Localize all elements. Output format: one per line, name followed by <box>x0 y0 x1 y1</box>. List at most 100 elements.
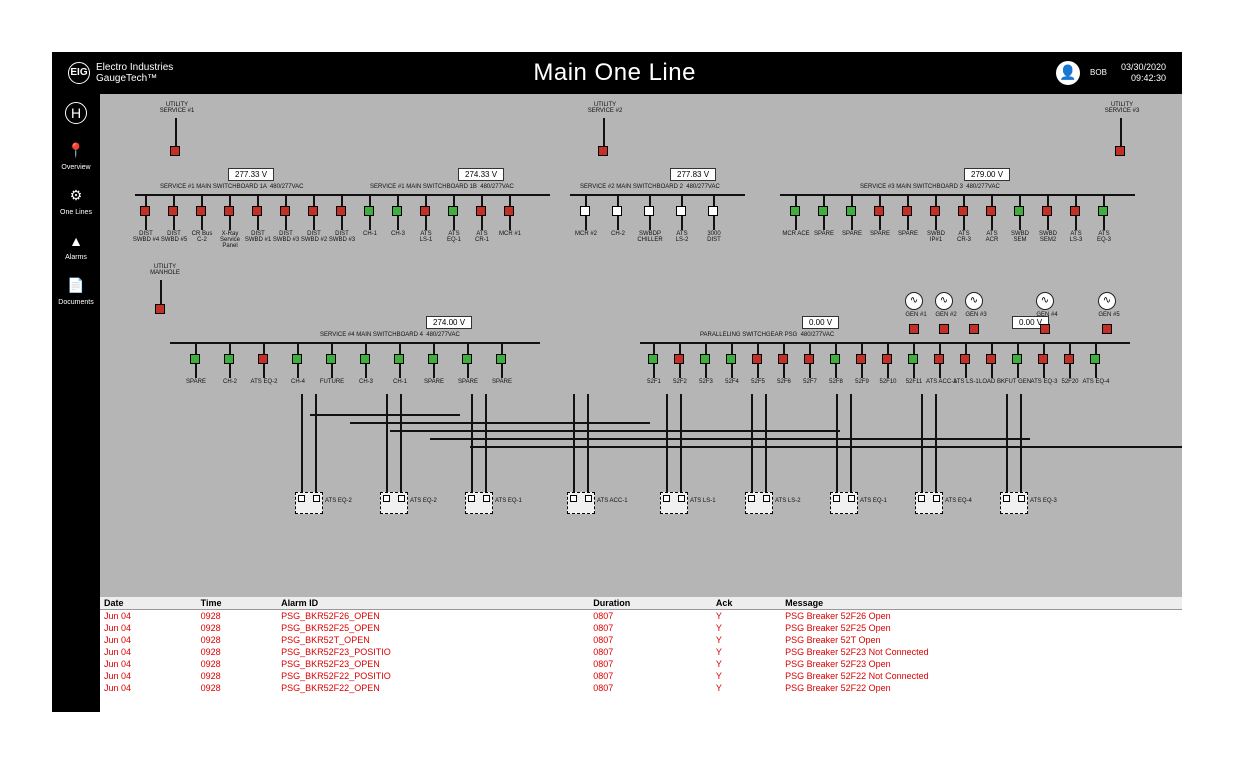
ats-switch[interactable] <box>380 492 408 514</box>
breaker-SWBD-SEM[interactable] <box>1014 206 1024 216</box>
breaker-52F4[interactable] <box>726 354 736 364</box>
ats-switch[interactable] <box>830 492 858 514</box>
alarm-row[interactable]: Jun 040928PSG_BKR52F23_OPEN0807YPSG Brea… <box>100 658 1182 670</box>
breaker-52F8[interactable] <box>830 354 840 364</box>
breaker-52F2[interactable] <box>674 354 684 364</box>
main-breaker[interactable] <box>1115 146 1125 156</box>
breaker-52F1[interactable] <box>648 354 658 364</box>
breaker-SPARE[interactable] <box>902 206 912 216</box>
user-avatar-icon[interactable]: 👤 <box>1056 61 1080 85</box>
ats-switch[interactable] <box>465 492 493 514</box>
breaker-DIST-SWBD-#3[interactable] <box>280 206 290 216</box>
generator-GEN-#2-icon[interactable]: ∿ <box>935 292 953 310</box>
main-breaker[interactable] <box>170 146 180 156</box>
breaker-52F10[interactable] <box>882 354 892 364</box>
breaker-ATS-CR-1[interactable] <box>476 206 486 216</box>
breaker-DIST-SWBD-#3[interactable] <box>336 206 346 216</box>
breaker-SWBD-SEM2[interactable] <box>1042 206 1052 216</box>
breaker-3000-DIST[interactable] <box>708 206 718 216</box>
ats-switch[interactable] <box>1000 492 1028 514</box>
breaker-CH-1[interactable] <box>394 354 404 364</box>
breaker-SPARE[interactable] <box>428 354 438 364</box>
voltage-reading[interactable]: 274.00 V <box>426 316 472 329</box>
breaker-ATS-LS-1[interactable] <box>420 206 430 216</box>
breaker-DIST-SWBD-#1[interactable] <box>252 206 262 216</box>
breaker-MCR-#1[interactable] <box>504 206 514 216</box>
voltage-reading[interactable]: 0.00 V <box>802 316 839 329</box>
breaker-SWBDP-CHILLER[interactable] <box>644 206 654 216</box>
breaker-CH-2[interactable] <box>224 354 234 364</box>
breaker-SWBD-IP#1[interactable] <box>930 206 940 216</box>
manhole-breaker[interactable] <box>155 304 165 314</box>
breaker-CR-Bus-C-2[interactable] <box>196 206 206 216</box>
breaker-52F5[interactable] <box>752 354 762 364</box>
breaker-FUTURE[interactable] <box>326 354 336 364</box>
breaker-CH-3[interactable] <box>360 354 370 364</box>
breaker-LOAD-BK[interactable] <box>986 354 996 364</box>
breaker-52F6[interactable] <box>778 354 788 364</box>
breaker-DIST-SWBD-#4[interactable] <box>140 206 150 216</box>
breaker-DIST-SWBD-#5[interactable] <box>168 206 178 216</box>
generator-GEN-#1-icon[interactable]: ∿ <box>905 292 923 310</box>
gen-breaker[interactable] <box>1102 324 1112 334</box>
nav-one-lines[interactable]: ⚙One Lines <box>60 185 92 216</box>
nav-documents[interactable]: 📄Documents <box>58 275 93 306</box>
breaker-52F11[interactable] <box>908 354 918 364</box>
breaker-SPARE[interactable] <box>874 206 884 216</box>
alarm-col[interactable]: Ack <box>712 597 781 610</box>
breaker-MCR-ACE[interactable] <box>790 206 800 216</box>
ats-switch[interactable] <box>567 492 595 514</box>
breaker-CH-3[interactable] <box>392 206 402 216</box>
breaker-52F7[interactable] <box>804 354 814 364</box>
breaker-SPARE[interactable] <box>462 354 472 364</box>
voltage-reading[interactable]: 279.00 V <box>964 168 1010 181</box>
alarm-row[interactable]: Jun 040928PSG_BKR52F25_OPEN0807YPSG Brea… <box>100 622 1182 634</box>
breaker-ATS-CR-3[interactable] <box>958 206 968 216</box>
alarm-col[interactable]: Message <box>781 597 1182 610</box>
voltage-reading[interactable]: 277.33 V <box>228 168 274 181</box>
alarm-col[interactable]: Duration <box>589 597 712 610</box>
user-block[interactable]: 👤 BOB <box>1056 61 1107 85</box>
breaker-52F20[interactable] <box>1064 354 1074 364</box>
breaker-CH-2[interactable] <box>612 206 622 216</box>
breaker-ATS-EQ-4[interactable] <box>1090 354 1100 364</box>
voltage-reading[interactable]: 277.83 V <box>670 168 716 181</box>
gen-breaker[interactable] <box>1040 324 1050 334</box>
generator-GEN-#4-icon[interactable]: ∿ <box>1036 292 1054 310</box>
breaker-ATS-LS-1[interactable] <box>960 354 970 364</box>
breaker-ATS-ACC-1[interactable] <box>934 354 944 364</box>
breaker-CH-4[interactable] <box>292 354 302 364</box>
breaker-X-Ray-Service-Panel[interactable] <box>224 206 234 216</box>
ats-switch[interactable] <box>660 492 688 514</box>
alarm-row[interactable]: Jun 040928PSG_BKR52F22_POSITIO0807YPSG B… <box>100 670 1182 682</box>
alarm-row[interactable]: Jun 040928PSG_BKR52F22_OPEN0807YPSG Brea… <box>100 682 1182 694</box>
breaker-ATS-LS-3[interactable] <box>1070 206 1080 216</box>
breaker-DIST-SWBD-#2[interactable] <box>308 206 318 216</box>
breaker-CH-1[interactable] <box>364 206 374 216</box>
nav-overview[interactable]: 📍Overview <box>61 140 90 171</box>
ats-switch[interactable] <box>745 492 773 514</box>
breaker-52F3[interactable] <box>700 354 710 364</box>
alarm-col[interactable]: Date <box>100 597 197 610</box>
alarm-row[interactable]: Jun 040928PSG_BKR52T_OPEN0807YPSG Breake… <box>100 634 1182 646</box>
breaker-SPARE[interactable] <box>496 354 506 364</box>
breaker-ATS-ACR[interactable] <box>986 206 996 216</box>
alarm-row[interactable]: Jun 040928PSG_BKR52F23_POSITIO0807YPSG B… <box>100 646 1182 658</box>
nav-home[interactable]: H <box>65 102 87 126</box>
nav-alarms[interactable]: ▲Alarms <box>65 230 87 261</box>
breaker-ATS-EQ-3[interactable] <box>1098 206 1108 216</box>
breaker-MCR-#2[interactable] <box>580 206 590 216</box>
ats-switch[interactable] <box>295 492 323 514</box>
breaker-SPARE[interactable] <box>190 354 200 364</box>
alarm-panel[interactable]: DateTimeAlarm IDDurationAckMessage Jun 0… <box>100 597 1182 712</box>
generator-GEN-#5-icon[interactable]: ∿ <box>1098 292 1116 310</box>
voltage-reading[interactable]: 274.33 V <box>458 168 504 181</box>
alarm-col[interactable]: Time <box>197 597 278 610</box>
one-line-diagram[interactable]: UTILITY SERVICE #1UTILITY SERVICE #2UTIL… <box>100 94 1182 597</box>
ats-switch[interactable] <box>915 492 943 514</box>
breaker-ATS-EQ-1[interactable] <box>448 206 458 216</box>
breaker-ATS-EQ-2[interactable] <box>258 354 268 364</box>
gen-breaker[interactable] <box>969 324 979 334</box>
breaker-FUT-GEN[interactable] <box>1012 354 1022 364</box>
main-breaker[interactable] <box>598 146 608 156</box>
